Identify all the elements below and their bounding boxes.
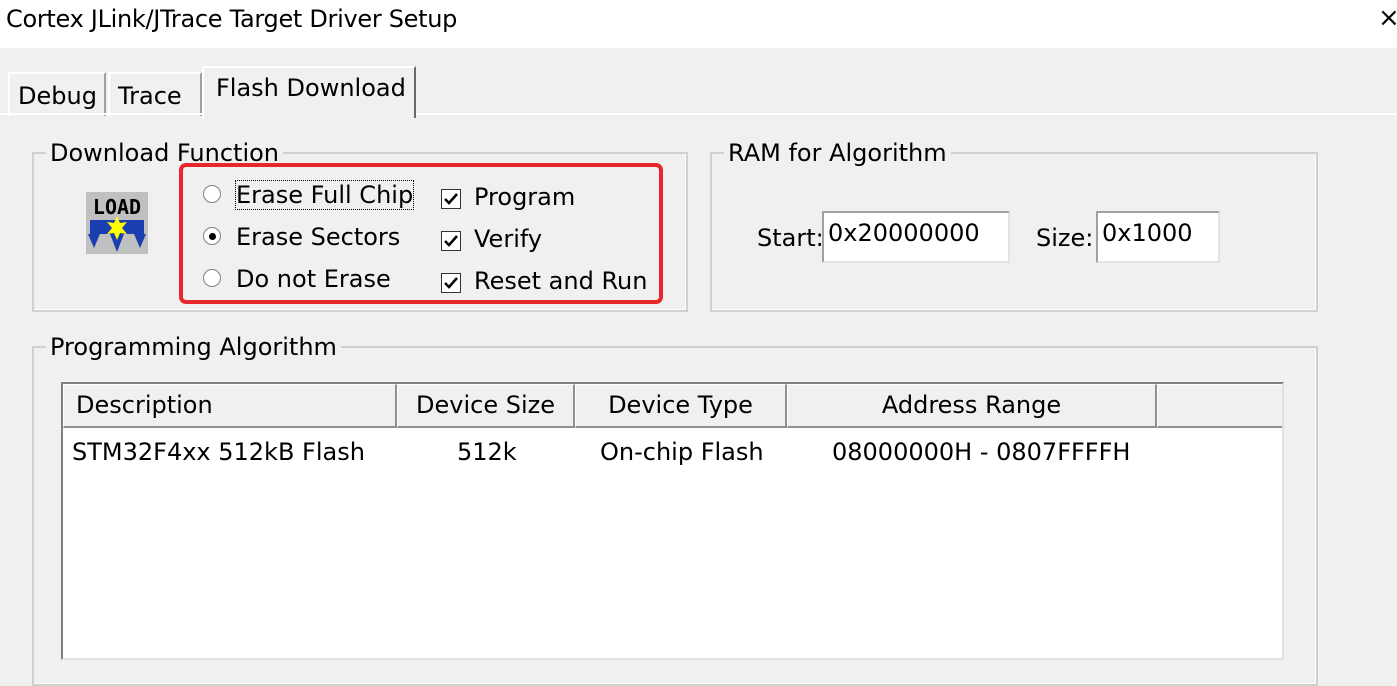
start-label: Start:	[757, 224, 824, 252]
column-header-filler	[1157, 384, 1282, 428]
window-title: Cortex JLink/JTrace Target Driver Setup	[6, 5, 458, 33]
cell-device-size: 512k	[457, 438, 517, 466]
close-icon[interactable]: ×	[1378, 2, 1397, 34]
size-input[interactable]: 0x1000	[1096, 211, 1220, 263]
column-header-address-range[interactable]: Address Range	[787, 384, 1157, 428]
tab-debug-label: Debug	[18, 82, 97, 110]
cell-description: STM32F4xx 512kB Flash	[72, 438, 365, 466]
tab-trace-label: Trace	[118, 82, 182, 110]
column-header-device-size[interactable]: Device Size	[397, 384, 575, 428]
tab-flash-download-label: Flash Download	[216, 74, 406, 102]
load-icon-text: LOAD	[93, 195, 141, 219]
algorithm-list[interactable]: Description Device Size Device Type Addr…	[61, 382, 1284, 660]
cell-address-range: 08000000H - 0807FFFFH	[832, 438, 1131, 466]
cell-device-type: On-chip Flash	[600, 438, 764, 466]
column-header-device-type[interactable]: Device Type	[575, 384, 787, 428]
size-label: Size:	[1036, 224, 1094, 252]
tab-debug[interactable]: Debug	[8, 72, 106, 116]
tab-flash-download[interactable]: Flash Download	[202, 66, 416, 118]
column-header-description[interactable]: Description	[63, 384, 397, 428]
tab-trace[interactable]: Trace	[108, 72, 202, 116]
ram-for-algorithm-legend: RAM for Algorithm	[724, 139, 951, 167]
title-bar: Cortex JLink/JTrace Target Driver Setup …	[0, 0, 1397, 48]
highlight-annotation	[179, 163, 663, 304]
load-icon: LOAD	[86, 192, 148, 254]
start-address-input[interactable]: 0x20000000	[822, 211, 1010, 263]
programming-algorithm-legend: Programming Algorithm	[46, 333, 341, 361]
